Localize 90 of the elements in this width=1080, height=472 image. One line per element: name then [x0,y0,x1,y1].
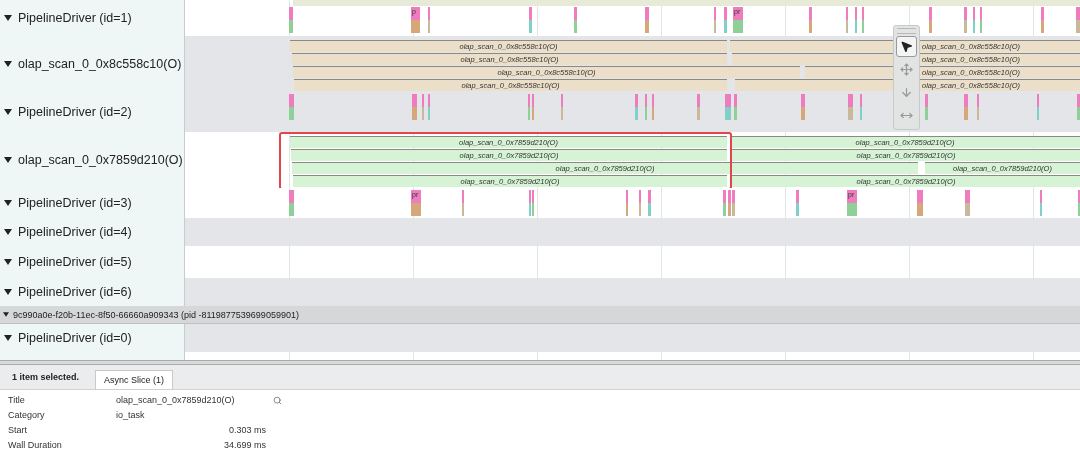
slice-marker[interactable] [723,190,726,216]
property-name: Wall Duration [8,439,63,452]
slice-marker[interactable] [980,7,982,33]
slice-marker[interactable] [964,7,967,33]
drag-handle[interactable] [897,28,916,34]
property-name: Start [8,424,28,437]
slice-marker[interactable] [289,7,293,33]
slice-marker[interactable] [697,94,700,120]
track-label: olap_scan_0_0x7859d210(O) [18,153,183,167]
slice-marker[interactable] [846,7,848,33]
slice-marker[interactable] [977,94,979,120]
pointer-icon [900,40,913,53]
track-label: PipelineDriver (id=1) [18,11,132,25]
slice-marker[interactable] [801,94,805,120]
slice-marker[interactable] [929,7,932,33]
slice-marker[interactable] [561,94,563,120]
expand-arrow-icon[interactable] [4,289,12,295]
track-label: PipelineDriver (id=3) [18,196,132,210]
process-label: 9c990a0e-f20b-11ec-8f50-66660a909343 (pid -8119877539699059901) [13,309,299,320]
expand-arrow-icon[interactable] [4,229,12,235]
slice-marker[interactable] [964,94,968,120]
track-label: PipelineDriver (id=2) [18,105,132,119]
arrow-down-icon [900,86,913,99]
slice-marker[interactable] [917,190,923,216]
slice-marker[interactable] [862,7,864,33]
slice-marker[interactable] [734,94,737,120]
slice-marker[interactable] [428,7,430,33]
slice-marker[interactable] [529,190,531,216]
slice-marker[interactable] [725,94,731,120]
expand-arrow-icon[interactable] [4,335,12,341]
expand-arrow-icon[interactable] [4,200,12,206]
slice-marker[interactable] [422,94,424,120]
slice-marker[interactable] [428,94,430,120]
slice-marker[interactable] [412,94,417,120]
track-label: PipelineDriver (id=4) [18,225,132,239]
property-name: Category [8,409,46,422]
slice-marker[interactable] [529,7,532,33]
slice-marker[interactable] [528,94,530,120]
slice-marker[interactable] [925,94,928,120]
slice-marker[interactable] [796,190,799,216]
expand-arrow-icon[interactable] [4,15,12,21]
slice-marker[interactable] [973,7,975,33]
process-header[interactable]: 9c990a0e-f20b-11ec-8f50-66660a909343 (pid -8119877539699059901) [0,306,1080,324]
slice-marker[interactable] [645,7,649,33]
track-label: PipelineDriver (id=5) [18,255,132,269]
track-label: PipelineDriver (id=0) [18,331,132,345]
expand-arrow-icon[interactable] [4,61,12,67]
slice-marker[interactable] [639,190,641,216]
slice-marker[interactable] [532,94,534,120]
slice-marker[interactable] [1041,7,1044,33]
property-value: olap_scan_0_0x7859d210(O) [116,394,236,407]
expand-arrow-icon[interactable] [3,312,9,317]
slice-marker[interactable] [652,94,654,120]
slice-marker[interactable] [855,7,857,33]
slice-marker[interactable] [648,190,651,216]
property-value: 34.699 ms [222,439,266,452]
slice-marker[interactable] [714,7,716,33]
slice-marker[interactable] [728,190,731,216]
slice-marker[interactable] [1040,190,1042,216]
slice-marker[interactable] [965,190,970,216]
slice-marker[interactable] [860,94,862,120]
pointer-tool[interactable] [896,36,917,57]
slice-marker[interactable] [1076,7,1080,33]
details-tab[interactable]: Async Slice (1) [95,370,174,389]
slice-marker[interactable] [848,94,853,120]
expand-arrow-icon[interactable] [4,157,12,163]
slice-marker[interactable] [1037,94,1039,120]
slice-marker[interactable] [574,7,577,33]
slice-marker[interactable] [635,94,638,120]
expand-arrow-icon[interactable] [4,259,12,265]
property-name: Title [8,394,26,407]
search-icon[interactable] [273,396,282,405]
slice-marker[interactable] [289,190,294,216]
expand-arrow-icon[interactable] [4,109,12,115]
slice-marker[interactable] [724,7,727,33]
slice-bar[interactable] [293,0,1080,6]
slice-marker[interactable] [809,7,812,33]
slice-marker[interactable] [532,190,534,216]
property-value: 0.303 ms [227,424,266,437]
slice-marker[interactable] [645,94,647,120]
move-icon [900,63,913,76]
slice-marker[interactable] [732,190,735,216]
track-label: olap_scan_0_0x8c558c10(O) [18,57,182,71]
slice-marker[interactable] [626,190,628,216]
property-value: io_task [116,409,146,422]
selection-summary: 1 item selected. [12,372,80,382]
slice-marker[interactable] [1077,94,1080,120]
slice-marker[interactable] [462,190,464,216]
track-label: PipelineDriver (id=6) [18,285,132,299]
slice-marker[interactable] [289,94,294,120]
